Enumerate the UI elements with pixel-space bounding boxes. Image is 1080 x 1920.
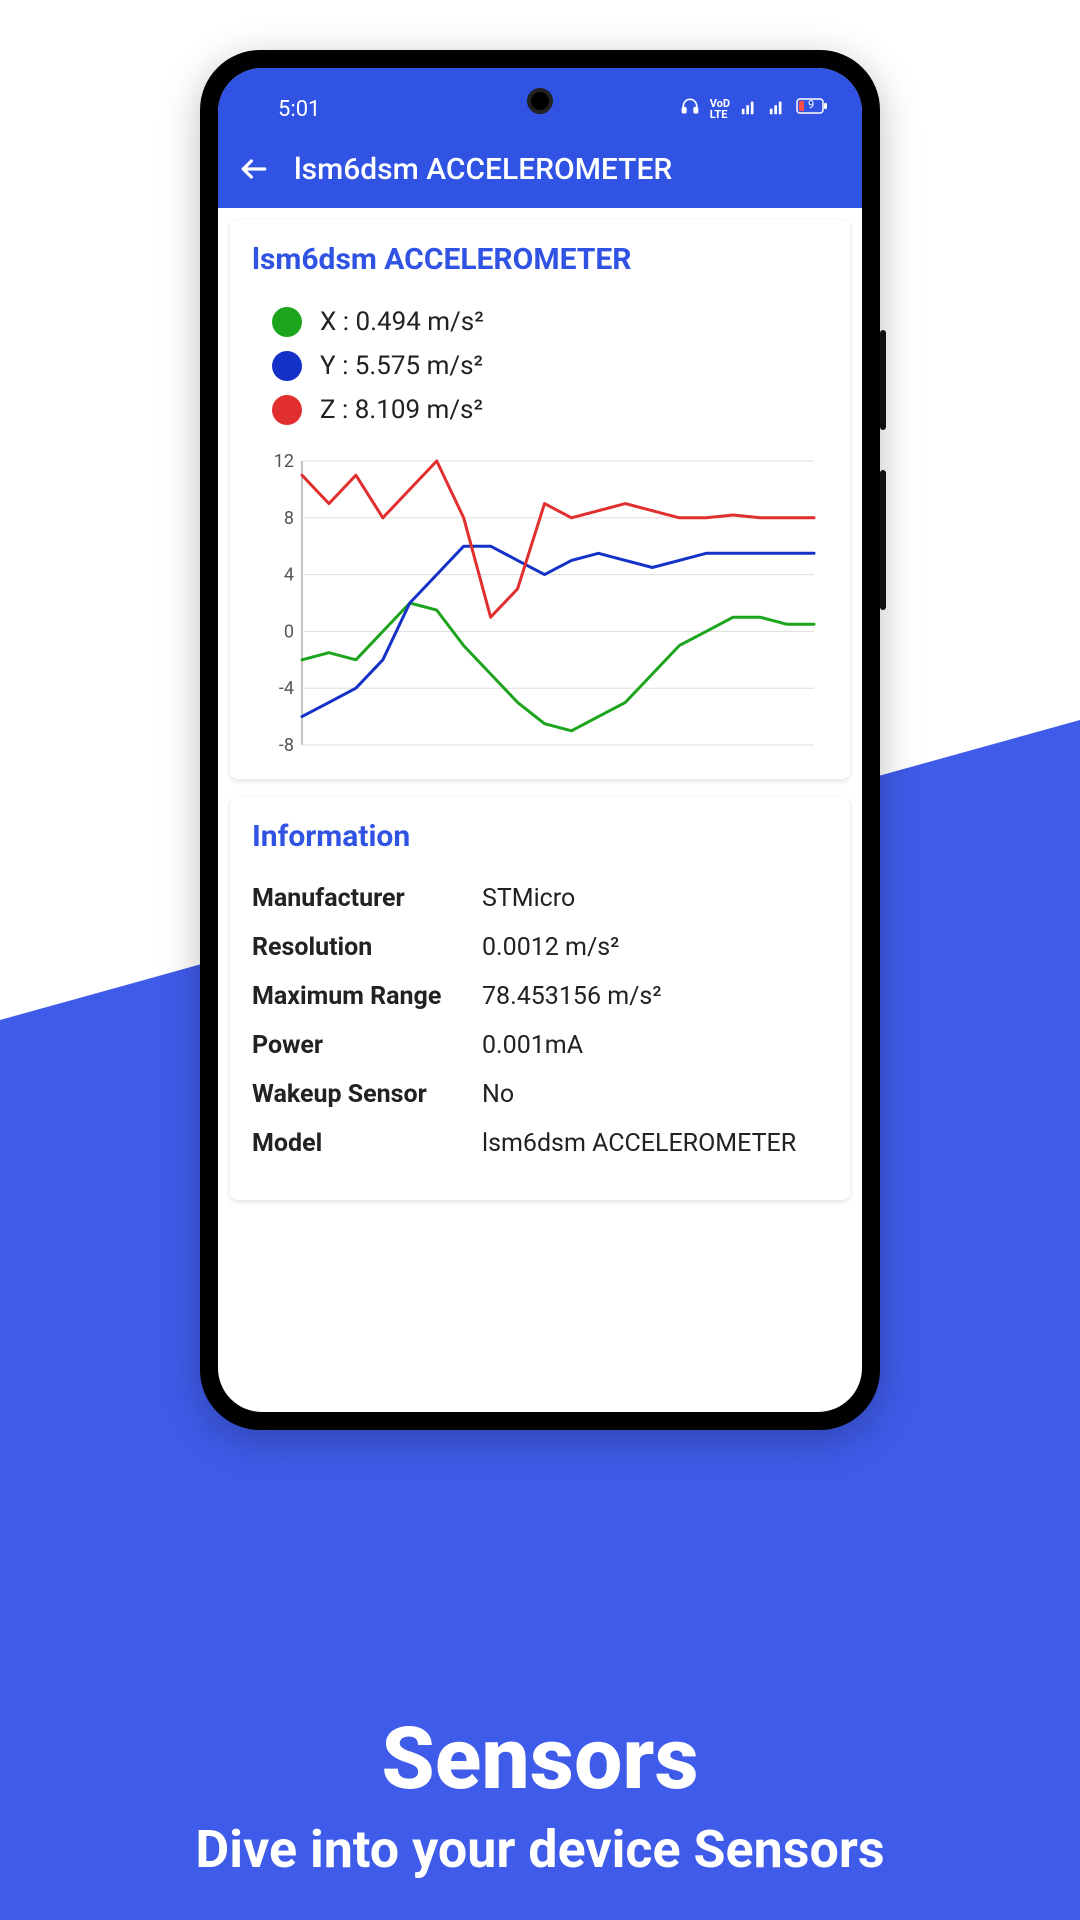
info-label: Manufacturer (252, 884, 482, 913)
svg-text:-8: -8 (279, 735, 294, 753)
status-time: 5:01 (278, 97, 320, 122)
info-row: Maximum Range78.453156 m/s² (252, 982, 828, 1011)
info-title: Information (252, 819, 828, 854)
info-label: Model (252, 1129, 482, 1158)
legend-item-y: Y : 5.575 m/s² (272, 351, 828, 381)
info-value: No (482, 1080, 828, 1109)
legend-dot-y (272, 351, 302, 381)
phone-screen: 5:01 VoDLTE 9 (218, 68, 862, 1412)
info-row: Wakeup SensorNo (252, 1080, 828, 1109)
app-bar: lsm6dsm ACCELEROMETER (218, 130, 862, 208)
volte-icon: VoDLTE (710, 98, 730, 120)
info-value: lsm6dsm ACCELEROMETER (482, 1129, 828, 1158)
svg-text:0: 0 (284, 621, 294, 642)
info-label: Wakeup Sensor (252, 1080, 482, 1109)
svg-text:8: 8 (284, 508, 294, 529)
promo-subtitle: Dive into your device Sensors (0, 1819, 1080, 1880)
info-label: Power (252, 1031, 482, 1060)
line-chart: -8 -4 0 4 8 12 (252, 453, 828, 753)
legend-label-y: Y : 5.575 m/s² (320, 351, 483, 381)
page-title: lsm6dsm ACCELEROMETER (294, 152, 672, 187)
battery-icon: 9 (796, 97, 828, 122)
info-row: ManufacturerSTMicro (252, 884, 828, 913)
signal-icon (740, 97, 758, 122)
info-value: 0.001mA (482, 1031, 828, 1060)
svg-text:12: 12 (274, 453, 294, 472)
headset-icon (680, 96, 700, 122)
legend-dot-z (272, 395, 302, 425)
sensor-title: lsm6dsm ACCELEROMETER (252, 242, 828, 277)
legend-item-x: X : 0.494 m/s² (272, 307, 828, 337)
back-arrow-icon[interactable] (238, 153, 270, 185)
battery-level: 9 (808, 98, 814, 111)
info-row: Power0.001mA (252, 1031, 828, 1060)
info-value: STMicro (482, 884, 828, 913)
info-label: Maximum Range (252, 982, 482, 1011)
info-label: Resolution (252, 933, 482, 962)
chart-legend: X : 0.494 m/s² Y : 5.575 m/s² Z : 8.109 … (252, 307, 828, 425)
signal-icon (768, 97, 786, 122)
phone-side-button (880, 470, 886, 610)
info-value: 78.453156 m/s² (482, 982, 828, 1011)
legend-item-z: Z : 8.109 m/s² (272, 395, 828, 425)
svg-text:-4: -4 (279, 678, 294, 699)
promo-title: Sensors (0, 1708, 1080, 1809)
sensor-card: lsm6dsm ACCELEROMETER X : 0.494 m/s² Y :… (230, 220, 850, 779)
legend-label-x: X : 0.494 m/s² (320, 307, 484, 337)
promo-banner: Sensors Dive into your device Sensors (0, 1708, 1080, 1880)
legend-label-z: Z : 8.109 m/s² (320, 395, 483, 425)
info-card: Information ManufacturerSTMicroResolutio… (230, 797, 850, 1200)
phone-frame: 5:01 VoDLTE 9 (200, 50, 880, 1430)
phone-side-button (880, 330, 886, 430)
front-camera (527, 88, 553, 114)
info-row: Resolution0.0012 m/s² (252, 933, 828, 962)
info-row: Modellsm6dsm ACCELEROMETER (252, 1129, 828, 1158)
svg-text:4: 4 (284, 565, 294, 586)
info-value: 0.0012 m/s² (482, 933, 828, 962)
legend-dot-x (272, 307, 302, 337)
